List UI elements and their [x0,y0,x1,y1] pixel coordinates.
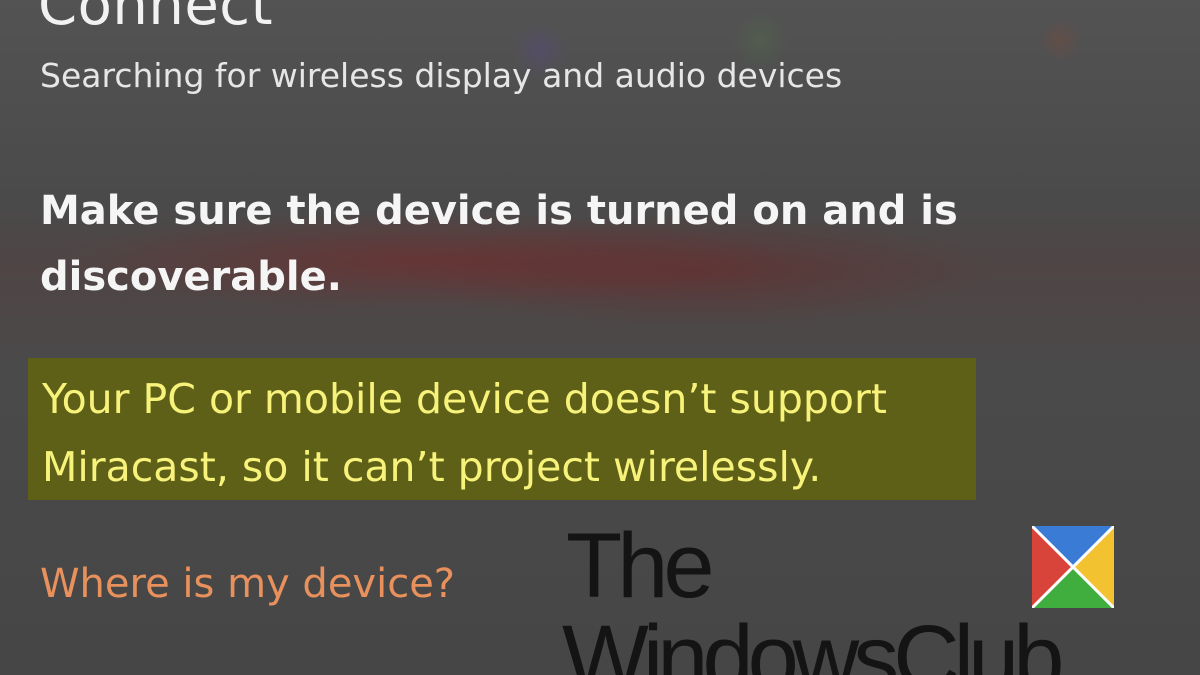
windowsclub-logo-icon [1032,526,1114,608]
instruction-text: Make sure the device is turned on and is… [40,188,958,300]
flyout-title: Connect [38,0,274,38]
miracast-warning-text: Your PC or mobile device doesn’t support… [42,375,887,491]
where-is-my-device-link[interactable]: Where is my device? [40,560,455,608]
watermark-text-line2: WindowsClub [562,607,1064,675]
watermark-text-line1: The [566,515,715,617]
watermark: The WindowsClub [560,520,1120,675]
searching-status: Searching for wireless display and audio… [40,56,843,95]
